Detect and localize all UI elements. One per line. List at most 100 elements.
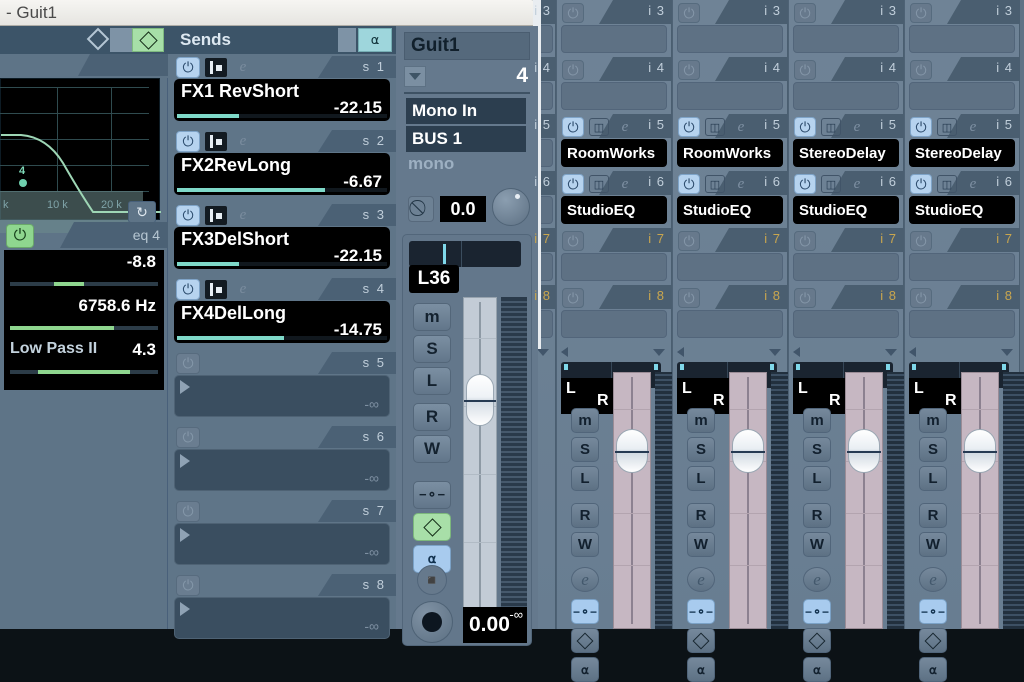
insert-power-button[interactable]: ⏻ [910,3,932,23]
insert-slot[interactable]: ⏻ i 4 [557,57,671,114]
send-power-button[interactable]: ⏻ [176,575,200,596]
volume-fader-handle[interactable] [615,429,649,473]
channel-button-s[interactable]: S [571,437,599,462]
insert-plugin-name[interactable]: RoomWorks [677,139,783,167]
insert-slot[interactable]: ⏻ i 4 [905,57,1019,114]
insert-slot[interactable]: ⏻ i 7 [905,228,1019,285]
chevron-down-icon[interactable] [404,66,426,87]
insert-plugin-name[interactable]: StudioEQ [909,196,1015,224]
channel-button-l[interactable]: L [803,466,831,491]
insert-power-button[interactable]: ⏻ [910,174,932,194]
send-expand-icon[interactable] [180,528,190,542]
insert-slot[interactable]: ⏻ i 7 [789,228,903,285]
chevron-left-icon[interactable] [561,347,568,357]
chevron-down-icon[interactable] [769,349,781,356]
insert-edit-icon[interactable]: e [614,116,636,138]
chevron-down-icon[interactable] [1001,349,1013,356]
channel-button-s[interactable]: S [919,437,947,462]
insert-preset-icon[interactable]: ◫ [705,175,725,193]
send-prefader-icon[interactable] [205,280,227,299]
speaker-icon[interactable]: ◾ [417,565,447,595]
volume-fader-track[interactable] [729,372,767,629]
insert-preset-icon[interactable]: ◫ [705,118,725,136]
insert-slot[interactable]: ⏻ i 8 [673,285,787,342]
send-expand-icon[interactable] [180,602,190,616]
send-edit-icon[interactable]: e [232,204,254,226]
chevron-left-icon[interactable] [793,347,800,357]
send-slot-body[interactable]: FX4DelLong -14.75 [174,301,390,343]
send-slot[interactable]: ⏻ s 8 -∞ [168,574,396,643]
edit-icon[interactable]: e [803,567,831,592]
channel-button-r[interactable]: R [687,503,715,528]
insert-slot[interactable]: ⏻ ◫ e i 5 StereoDelay [905,114,1019,171]
insert-edit-icon[interactable]: e [730,116,752,138]
eq-band-power-button[interactable]: ⏻ [6,224,34,248]
send-slot[interactable]: ⏻ e s 4 FX4DelLong -14.75 [168,278,396,347]
insert-slot[interactable]: ⏻ i 3 [557,0,671,57]
channel-button-w[interactable]: W [413,435,451,463]
insert-edit-icon[interactable]: e [730,173,752,195]
insert-power-button[interactable]: ⏻ [678,174,700,194]
edit-icon[interactable]: e [687,567,715,592]
send-slot[interactable]: ⏻ e s 1 FX1 RevShort -22.15 [168,56,396,125]
insert-slot[interactable]: ⏻ ◫ e i 5 RoomWorks [557,114,671,171]
send-slot-body[interactable]: -∞ [174,523,390,565]
mixer-channel-2[interactable]: ⏻ i 3 ⏻ i 4 ⏻ ◫ e i 5 RoomWorks ⏻ ◫ e i 6 StudioEQ ⏻ i … [672,0,801,682]
channel-button-m[interactable]: m [413,303,451,331]
record-icon[interactable] [411,601,453,643]
insert-plugin-name[interactable] [677,253,783,281]
monitor-icon[interactable] [571,628,599,653]
send-edit-icon[interactable]: e [232,278,254,300]
window-title-bar[interactable]: - Guit1 [0,0,538,26]
routing-icon[interactable]: ⍺ [571,657,599,682]
edit-icon[interactable]: e [571,567,599,592]
channel-button-s[interactable]: S [687,437,715,462]
channel-button-r[interactable]: R [413,403,451,431]
insert-power-button[interactable]: ⏻ [910,231,932,251]
automation-read-icon[interactable]: −⚬− [571,599,599,624]
insert-slot[interactable]: ⏻ ◫ e i 5 RoomWorks [673,114,787,171]
insert-plugin-name[interactable]: StudioEQ [793,196,899,224]
diamond-icon[interactable] [86,27,110,51]
send-slot-body[interactable]: FX3DelShort -22.15 [174,227,390,269]
eq-curve-display[interactable]: 4 ↻ k 10 k 20 k [0,78,161,233]
monitor-icon[interactable] [803,628,831,653]
insert-plugin-name[interactable]: RoomWorks [561,139,667,167]
input-gain-value[interactable]: 0.0 [440,196,486,222]
insert-preset-icon[interactable]: ◫ [821,118,841,136]
insert-edit-icon[interactable]: e [846,173,868,195]
mixer-channel-3[interactable]: ⏻ i 3 ⏻ i 4 ⏻ ◫ e i 5 StereoDelay ⏻ ◫ e i 6 StudioEQ ⏻… [788,0,917,682]
insert-power-button[interactable]: ⏻ [562,288,584,308]
send-slot-body[interactable]: FX2RevLong -6.67 [174,153,390,195]
insert-preset-icon[interactable]: ◫ [589,175,609,193]
insert-slot[interactable]: ⏻ ◫ e i 6 StudioEQ [789,171,903,228]
channel-button-w[interactable]: W [571,532,599,557]
channel-button-r[interactable]: R [919,503,947,528]
monitor-icon[interactable] [919,628,947,653]
send-slot[interactable]: ⏻ s 6 -∞ [168,426,396,495]
sends-panel-tab[interactable] [338,28,356,52]
input-routing-field[interactable]: Mono In [406,98,526,124]
routing-icon[interactable]: ⍺ [687,657,715,682]
edit-icon[interactable]: e [919,567,947,592]
insert-plugin-name[interactable] [909,82,1015,110]
channel-button-r[interactable]: R [571,503,599,528]
insert-power-button[interactable]: ⏻ [794,117,816,137]
channel-button-m[interactable]: m [687,408,715,433]
insert-slot[interactable]: ⏻ ◫ e i 6 StudioEQ [557,171,671,228]
insert-plugin-name[interactable] [793,82,899,110]
eq-bypass-icon[interactable] [132,28,164,52]
send-edit-icon[interactable]: e [232,130,254,152]
input-gain-knob[interactable] [492,188,530,226]
send-slot-body[interactable]: -∞ [174,449,390,491]
channel-button-s[interactable]: S [803,437,831,462]
channel-button-m[interactable]: m [919,408,947,433]
pan-value[interactable]: L36 [409,265,459,293]
send-prefader-icon[interactable] [205,132,227,151]
eq-panel-tab[interactable] [110,28,132,52]
insert-slot[interactable]: ⏻ i 7 [557,228,671,285]
channel-button-m[interactable]: m [571,408,599,433]
channel-button-w[interactable]: W [919,532,947,557]
eq-gain-row[interactable]: -8.8 [4,250,164,294]
send-power-button[interactable]: ⏻ [176,131,200,152]
